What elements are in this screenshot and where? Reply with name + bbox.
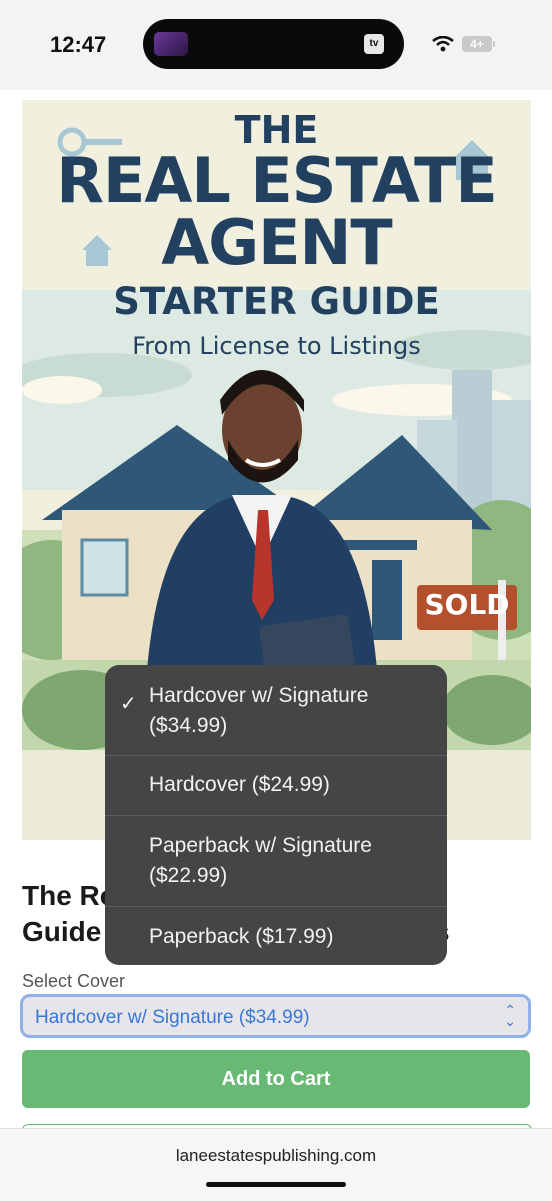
- menu-item-paperback-signature[interactable]: Paperback w/ Signature ($22.99): [105, 831, 447, 891]
- cover-select[interactable]: Hardcover w/ Signature ($34.99) ⌃ ⌄: [20, 994, 531, 1038]
- product-title-line-2-start: Guide: [22, 916, 102, 947]
- cover-title-line-4: STARTER GUIDE: [113, 280, 440, 323]
- cover-subtitle: From License to Listings: [132, 332, 421, 360]
- now-playing-artwork: [154, 32, 188, 56]
- menu-item-line-1: Hardcover ($24.99): [149, 773, 330, 796]
- battery-icon: 4+: [462, 36, 492, 52]
- dynamic-island[interactable]: tv: [143, 19, 404, 69]
- browser-address-bar[interactable]: laneestatespublishing.com: [0, 1128, 552, 1201]
- cover-title-line-2: REAL ESTATE: [56, 144, 497, 217]
- home-indicator[interactable]: [206, 1182, 346, 1187]
- menu-item-hardcover-signature[interactable]: Hardcover w/ Signature ($34.99): [105, 681, 447, 741]
- menu-divider: [105, 815, 447, 816]
- add-to-cart-button[interactable]: Add to Cart: [22, 1050, 530, 1108]
- product-page: THE REAL ESTATE AGENT STARTER GUIDE From…: [0, 90, 552, 1135]
- url-text[interactable]: laneestatespublishing.com: [0, 1146, 552, 1166]
- wifi-icon: [432, 36, 454, 52]
- menu-item-line-1: Paperback ($17.99): [149, 925, 334, 948]
- menu-item-line-2: ($34.99): [149, 714, 228, 737]
- menu-divider: [105, 755, 447, 756]
- cover-title-line-3: AGENT: [161, 206, 392, 279]
- menu-item-line-1: Paperback w/ Signature: [149, 834, 372, 857]
- clock: 12:47: [50, 32, 107, 57]
- chevron-up-down-icon: ⌃ ⌄: [504, 1002, 516, 1029]
- menu-item-hardcover[interactable]: Hardcover ($24.99): [105, 770, 447, 800]
- menu-divider: [105, 906, 447, 907]
- battery-nub: [493, 41, 495, 47]
- cover-select-value: Hardcover w/ Signature ($34.99): [35, 1007, 310, 1028]
- menu-item-line-1: Hardcover w/ Signature: [149, 684, 369, 707]
- menu-item-paperback[interactable]: Paperback ($17.99): [105, 922, 447, 952]
- menu-item-line-2: ($22.99): [149, 864, 228, 887]
- apple-tv-icon: tv: [364, 34, 384, 54]
- sold-sign: SOLD: [424, 588, 510, 621]
- select-cover-label: Select Cover: [22, 971, 126, 991]
- status-bar: 12:47 tv 4+: [0, 0, 552, 90]
- cover-options-menu: ✓ Hardcover w/ Signature ($34.99) Hardco…: [105, 665, 447, 965]
